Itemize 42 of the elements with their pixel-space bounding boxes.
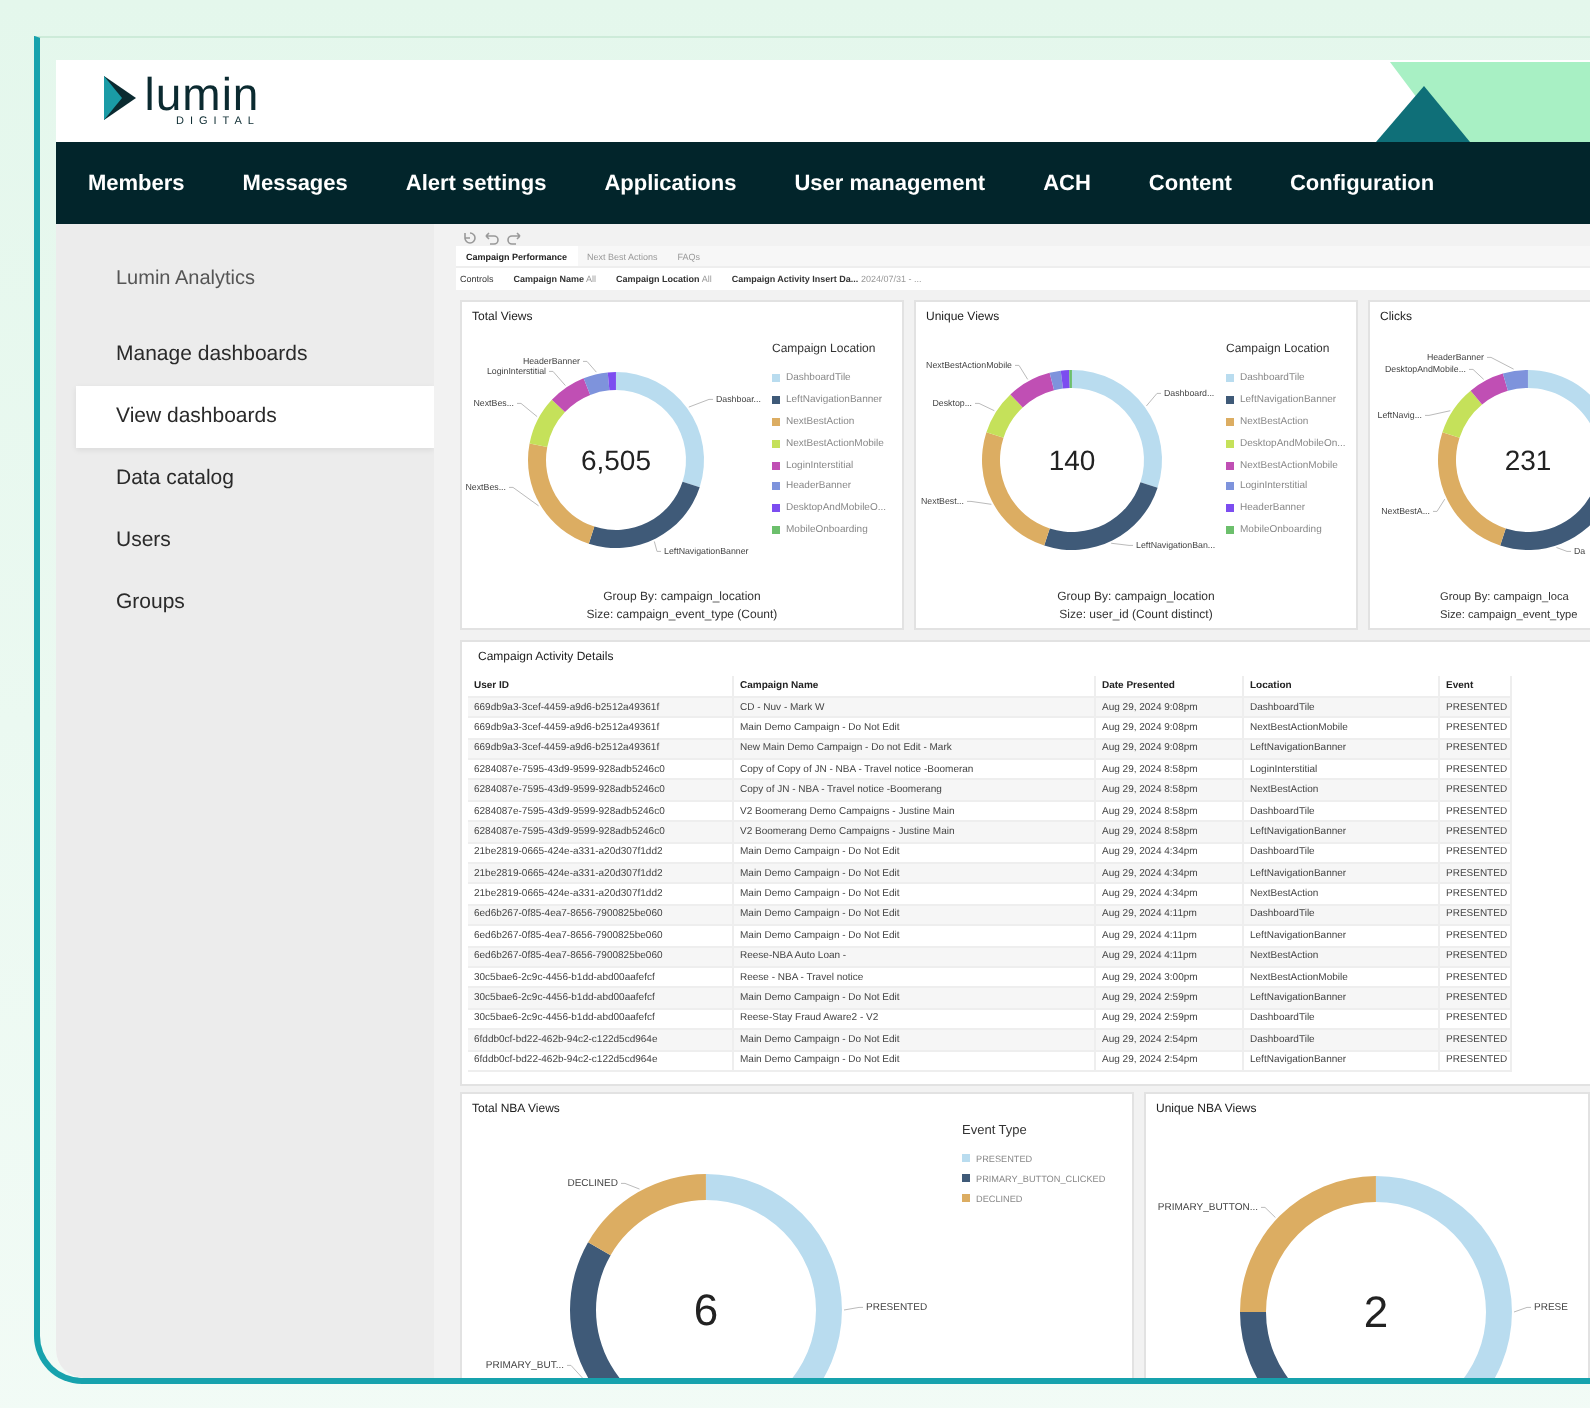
logo-icon	[104, 76, 136, 120]
leader-line	[1110, 542, 1134, 546]
sidebar-heading: Lumin Analytics	[114, 266, 257, 294]
nav-link[interactable]: Configuration	[1289, 171, 1435, 195]
sidebar-item[interactable]: Users	[76, 510, 434, 572]
nav-link[interactable]: Messages	[242, 171, 348, 195]
nav-link[interactable]: Alert settings	[405, 171, 547, 195]
leader-line	[1260, 1206, 1276, 1219]
sidebar-item[interactable]: View dashboards	[76, 386, 434, 448]
sidebar-item[interactable]: Groups	[76, 572, 434, 634]
redo-icon	[506, 229, 522, 245]
leader-line	[974, 402, 995, 412]
leader-line	[516, 402, 538, 418]
total-value: 231	[1504, 443, 1552, 476]
sidebar-item[interactable]: Manage dashboards	[76, 324, 434, 386]
leader-line	[688, 398, 714, 408]
nav-link[interactable]: Members	[88, 171, 185, 195]
leader-line	[653, 540, 662, 552]
leader-line	[1513, 1306, 1532, 1313]
total-value: 6,505	[580, 443, 652, 476]
leader-line	[1145, 392, 1162, 407]
leader-line	[1555, 547, 1572, 552]
leader-line	[548, 370, 566, 387]
nav-link[interactable]: User management	[794, 171, 986, 195]
reset-icon	[462, 229, 478, 245]
brand-name: lumin	[144, 72, 260, 116]
leader-line	[582, 360, 597, 373]
leader-line	[1424, 410, 1451, 416]
leader-line	[508, 486, 540, 507]
leader-line	[620, 1182, 640, 1190]
nav-link[interactable]: ACH	[1043, 171, 1091, 195]
leader-line	[1432, 498, 1446, 512]
leader-line	[966, 500, 992, 505]
total-value: 140	[1048, 443, 1096, 476]
undo-icon	[484, 229, 500, 245]
sidebar-item[interactable]: Data catalog	[76, 448, 434, 510]
total-value: 2	[1363, 1287, 1389, 1338]
total-value: 6	[693, 1285, 719, 1336]
leader-line	[1014, 364, 1029, 380]
leader-line	[843, 1306, 864, 1311]
nav-link[interactable]: Applications	[604, 171, 737, 195]
nav-link[interactable]: Content	[1148, 171, 1232, 195]
